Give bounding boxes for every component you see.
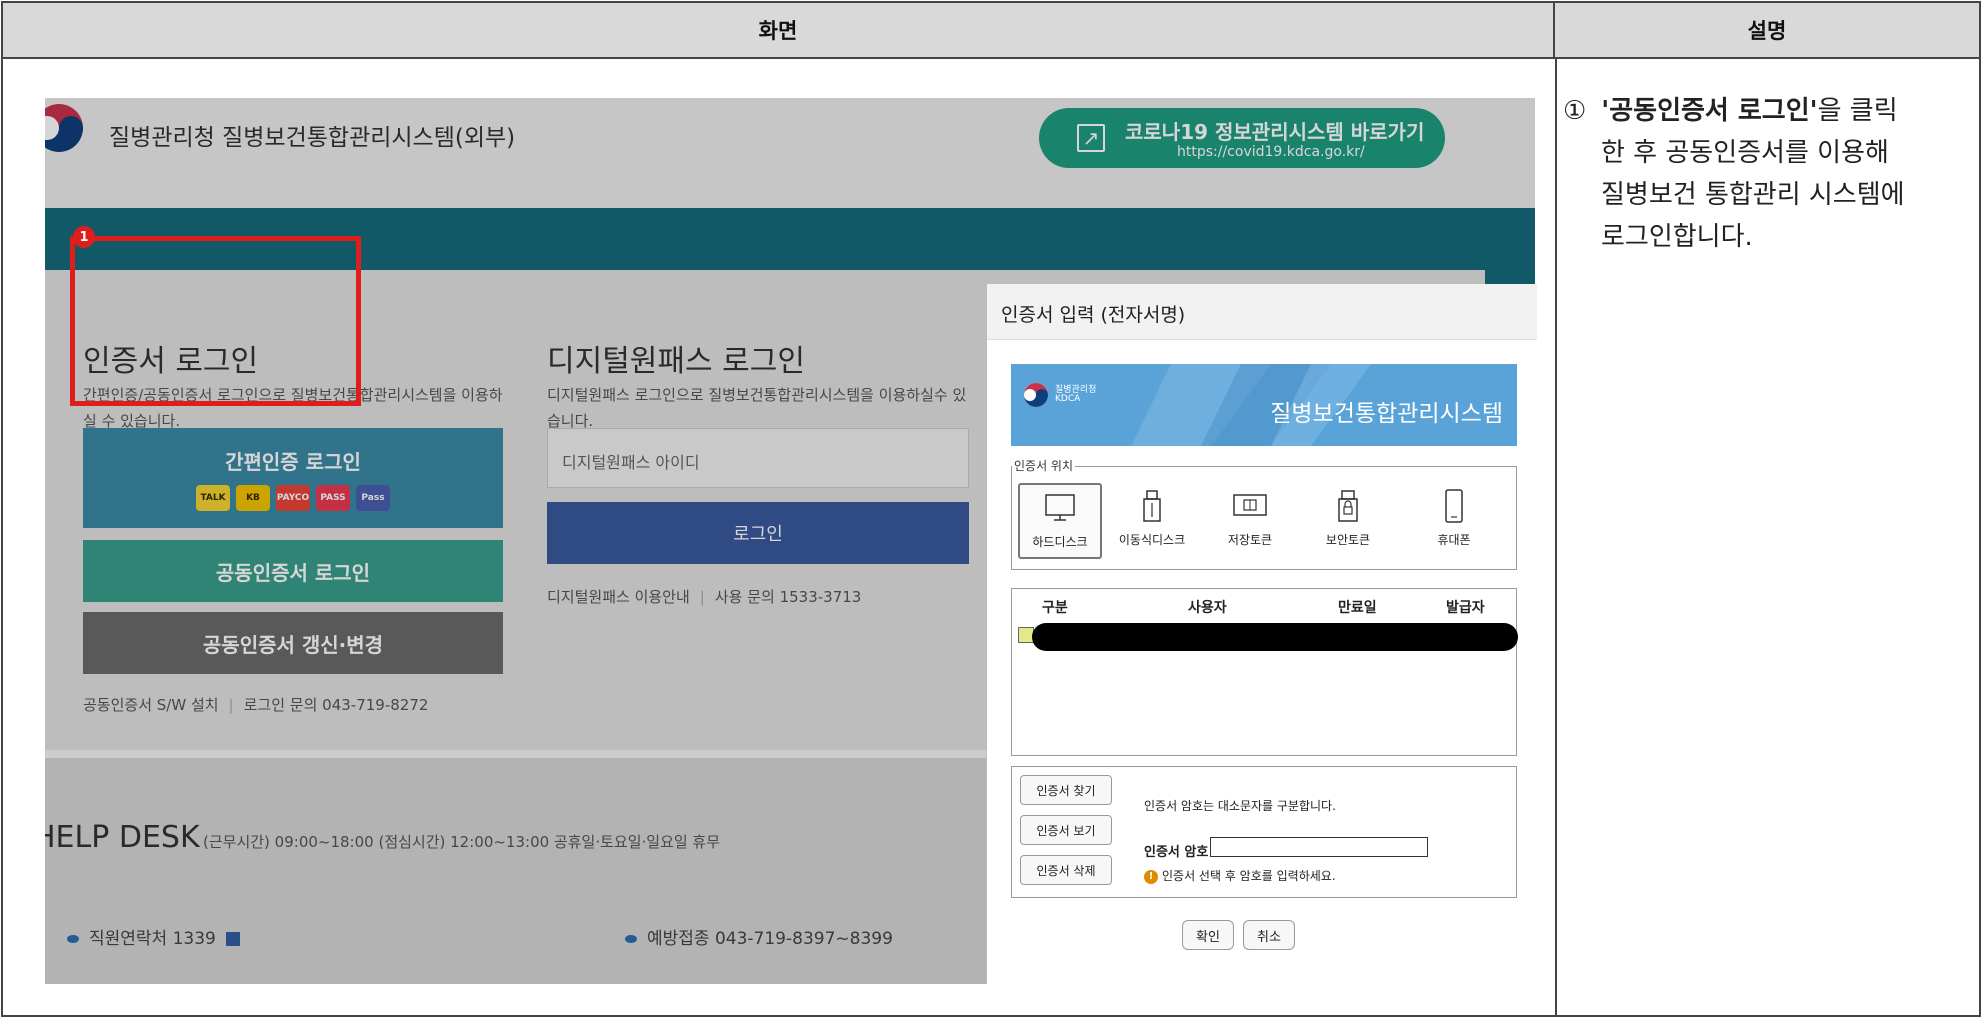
smart-card-icon: [1233, 494, 1267, 516]
pass-badge-icon: PASS: [316, 484, 350, 511]
phone-icon: [1445, 489, 1463, 523]
kdca-logo-icon: [45, 104, 83, 152]
description-text: ① '공동인증서 로그인'을 클릭 한 후 공동인증서를 이용해 질병보건 통합…: [1563, 90, 1975, 258]
covid-button-url: https://covid19.kdca.go.kr/: [1177, 144, 1365, 160]
simple-auth-label: 간편인증 로그인: [225, 449, 361, 474]
cert-dialog: 인증서 입력 (전자서명) 질병관리청 KDCA 질병보건통합관리시스템 인증서…: [986, 284, 1537, 984]
sw-install-link[interactable]: 공동인증서 S/W 설치: [83, 696, 219, 714]
digital-login-title: 디지털원패스 로그인: [547, 344, 805, 379]
step-number: ①: [1563, 96, 1587, 126]
cert-list-header: 구분 사용자 만료일 발급자: [1012, 589, 1516, 619]
description-line-3: 질병보건 통합관리 시스템에: [1601, 180, 1905, 210]
cert-actions-box: 인증서 찾기 인증서 보기 인증서 삭제 인증서 암호는 대소문자를 구분합니다…: [1011, 766, 1517, 898]
redaction-bar: [1032, 623, 1518, 651]
warning-icon: !: [1144, 869, 1158, 884]
location-storage-token[interactable]: 저장토큰: [1208, 483, 1292, 559]
location-hard-disk[interactable]: 하드디스크: [1018, 483, 1102, 559]
simple-auth-badges: TALK KB PAYCO PASS Pass: [196, 484, 390, 511]
column-header: 만료일: [1338, 600, 1377, 616]
location-label: 저장토큰: [1227, 533, 1273, 547]
column-header: 사용자: [1188, 600, 1227, 616]
location-removable-disk[interactable]: 이동식디스크: [1110, 483, 1194, 559]
vaccination-text: 예방접종 043-719-8397~8399: [647, 929, 893, 949]
cert-renew-button[interactable]: 공동인증서 갱신·변경: [83, 612, 503, 674]
description-line-1-rest: 을 클릭: [1817, 96, 1898, 126]
staff-contact-text: 직원연락처 1339: [89, 929, 216, 949]
description-line-4: 로그인합니다.: [1601, 222, 1753, 252]
payco-badge-icon: PAYCO: [276, 484, 310, 511]
external-link-icon: ↗: [1077, 124, 1105, 152]
banner-title: 질병보건통합관리시스템: [1270, 401, 1503, 427]
usage-inquiry: 사용 문의 1533-3713: [714, 588, 862, 606]
bullet-icon: [67, 935, 79, 943]
warning-text: 인증서 선택 후 암호를 입력하세요.: [1162, 869, 1336, 883]
security-token-icon: [1338, 490, 1358, 522]
header-description: 설명: [1747, 19, 1787, 43]
location-legend: 인증서 위치: [1012, 457, 1076, 474]
covid-button-label: 코로나19 정보관리시스템 바로가기: [1125, 120, 1425, 144]
description-line-2: 한 후 공동인증서를 이용해: [1601, 138, 1889, 168]
simple-auth-login-button[interactable]: 간편인증 로그인 TALK KB PAYCO PASS Pass: [83, 428, 503, 528]
cert-password-input[interactable]: [1210, 837, 1428, 857]
find-cert-button[interactable]: 인증서 찾기: [1020, 775, 1112, 805]
confirm-button[interactable]: 확인: [1182, 920, 1234, 950]
table-header-row: 화면 설명: [3, 3, 1979, 59]
table-row[interactable]: [1012, 623, 1518, 651]
location-label: 이동식디스크: [1118, 533, 1186, 547]
column-header: 구분: [1042, 600, 1068, 616]
description-line-1: ① '공동인증서 로그인'을 클릭: [1563, 90, 1975, 132]
dialog-title: 인증서 입력 (전자서명): [987, 284, 1537, 340]
samsung-pass-badge-icon: Pass: [356, 484, 390, 511]
cert-list-table: 구분 사용자 만료일 발급자: [1011, 588, 1518, 756]
location-label: 하드디스크: [1032, 535, 1088, 549]
view-cert-button[interactable]: 인증서 보기: [1020, 815, 1112, 845]
usb-icon: [1143, 490, 1161, 522]
location-security-token[interactable]: 보안토큰: [1306, 483, 1390, 559]
site-title: 질병관리청 질병보건통합관리시스템(외부): [109, 125, 516, 151]
digital-login-button[interactable]: 로그인: [547, 502, 969, 564]
help-desk-title: HELP DESK: [45, 820, 200, 855]
location-mobile-phone[interactable]: 휴대폰: [1412, 483, 1496, 559]
external-link-icon: [225, 932, 240, 946]
location-label: 휴대폰: [1437, 533, 1471, 547]
column-divider: [1555, 59, 1557, 1017]
highlight-box: [70, 236, 361, 406]
staff-contact[interactable]: 직원연락처 1339: [67, 924, 240, 949]
monitor-icon: [1045, 494, 1075, 521]
cert-sub-links: 공동인증서 S/W 설치 | 로그인 문의 043-719-8272: [83, 696, 429, 714]
step-marker: 1: [73, 226, 95, 248]
cancel-button[interactable]: 취소: [1243, 920, 1295, 950]
kb-badge-icon: KB: [236, 484, 270, 511]
digital-id-input[interactable]: 디지털원패스 아이디: [547, 428, 969, 488]
password-warning: ! 인증서 선택 후 암호를 입력하세요.: [1144, 867, 1336, 884]
password-label: 인증서 암호: [1144, 845, 1209, 860]
digital-sub-links: 디지털원패스 이용안내 | 사용 문의 1533-3713: [547, 588, 862, 606]
header-screen: 화면: [3, 3, 1555, 57]
public-cert-login-button[interactable]: 공동인증서 로그인: [83, 540, 503, 602]
kakao-badge-icon: TALK: [196, 484, 230, 511]
digital-login-desc: 디지털원패스 로그인으로 질병보건통합관리시스템을 이용하실수 있습니다.: [547, 386, 967, 430]
cert-location-group: 인증서 위치 하드디스크 이동식디스크 저장토큰 보안토큰 휴대폰: [1011, 457, 1517, 570]
login-inquiry: 로그인 문의 043-719-8272: [243, 696, 429, 714]
location-label: 보안토큰: [1325, 533, 1371, 547]
bullet-icon: [625, 935, 637, 943]
vaccination-contact: 예방접종 043-719-8397~8399: [625, 924, 893, 949]
site-header: 질병관리청 질병보건통합관리시스템(외부) ↗ 코로나19 정보관리시스템 바로…: [45, 98, 1535, 208]
kdca-logo-icon: [1024, 383, 1048, 407]
highlight-label: '공동인증서 로그인': [1601, 96, 1818, 126]
covid-link-button[interactable]: ↗ 코로나19 정보관리시스템 바로가기 https://covid19.kdc…: [1039, 108, 1445, 168]
dialog-banner: 질병관리청 KDCA 질병보건통합관리시스템: [1011, 364, 1517, 446]
help-desk-hours: (근무시간) 09:00~18:00 (점심시간) 12:00~13:00 공휴…: [203, 833, 721, 851]
digital-guide-link[interactable]: 디지털원패스 이용안내: [547, 588, 690, 606]
case-sensitivity-note: 인증서 암호는 대소문자를 구분합니다.: [1144, 799, 1336, 813]
column-header: 발급자: [1446, 600, 1485, 616]
banner-kdca: KDCA: [1055, 394, 1081, 404]
delete-cert-button[interactable]: 인증서 삭제: [1020, 855, 1112, 885]
